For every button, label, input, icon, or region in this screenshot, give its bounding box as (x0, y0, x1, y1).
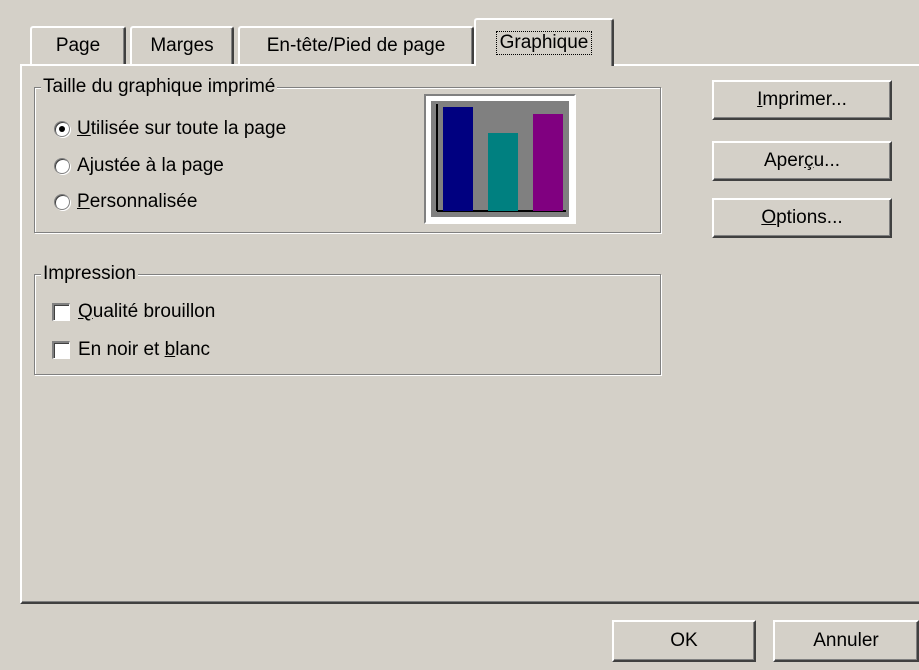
print-options-group-title: Impression (41, 262, 138, 286)
radio-full-page-label: Utilisée sur toute la page (77, 118, 287, 139)
radio-custom-button[interactable] (54, 194, 70, 210)
checkbox-draft-quality[interactable]: Qualité brouillon (52, 300, 215, 324)
radio-selected-dot (59, 126, 65, 132)
checkbox-black-white-label: En noir et blanc (78, 339, 211, 360)
chart-preview-svg (436, 104, 566, 212)
tab-page[interactable]: Page (30, 26, 126, 64)
radio-fit-page-button[interactable] (54, 158, 70, 174)
tab-graphique-label: Graphique (495, 31, 593, 55)
tab-marges[interactable]: Marges (130, 26, 234, 64)
chart-preview (424, 94, 576, 224)
checkbox-draft-quality-box[interactable] (52, 303, 70, 321)
checkbox-draft-quality-label: Qualité brouillon (78, 301, 216, 322)
cancel-button-label: Annuler (813, 630, 879, 651)
radio-custom-label: Personnalisée (77, 191, 198, 212)
checkbox-black-white-box[interactable] (52, 341, 70, 359)
ok-button-label: OK (670, 630, 698, 651)
radio-custom[interactable]: Personnalisée (54, 190, 197, 214)
tab-marges-label: Marges (150, 35, 214, 56)
preview-button-label: Aperçu... (763, 150, 841, 171)
tab-entete-pied[interactable]: En-tête/Pied de page (238, 26, 474, 64)
tab-page-label: Page (55, 35, 101, 56)
preview-bar-1 (443, 107, 473, 211)
options-button[interactable]: Options... (712, 198, 892, 238)
preview-bar-3 (533, 114, 563, 211)
ok-button[interactable]: OK (612, 620, 756, 662)
options-button-label: Options... (761, 207, 843, 228)
chart-preview-area (431, 101, 569, 217)
radio-full-page-button[interactable] (54, 121, 70, 137)
radio-full-page[interactable]: Utilisée sur toute la page (54, 117, 286, 141)
radio-fit-page[interactable]: Ajustée à la page (54, 154, 224, 178)
tab-entete-pied-label: En-tête/Pied de page (266, 35, 446, 56)
tab-graphique[interactable]: Graphique (474, 18, 614, 66)
print-button-label: Imprimer... (757, 89, 847, 110)
cancel-button[interactable]: Annuler (773, 620, 919, 662)
preview-bar-2 (488, 133, 518, 211)
preview-button[interactable]: Aperçu... (712, 141, 892, 181)
checkbox-black-white[interactable]: En noir et blanc (52, 338, 210, 362)
print-size-group-title: Taille du graphique imprimé (41, 75, 278, 99)
print-button[interactable]: Imprimer... (712, 80, 892, 120)
radio-fit-page-label: Ajustée à la page (77, 155, 224, 176)
